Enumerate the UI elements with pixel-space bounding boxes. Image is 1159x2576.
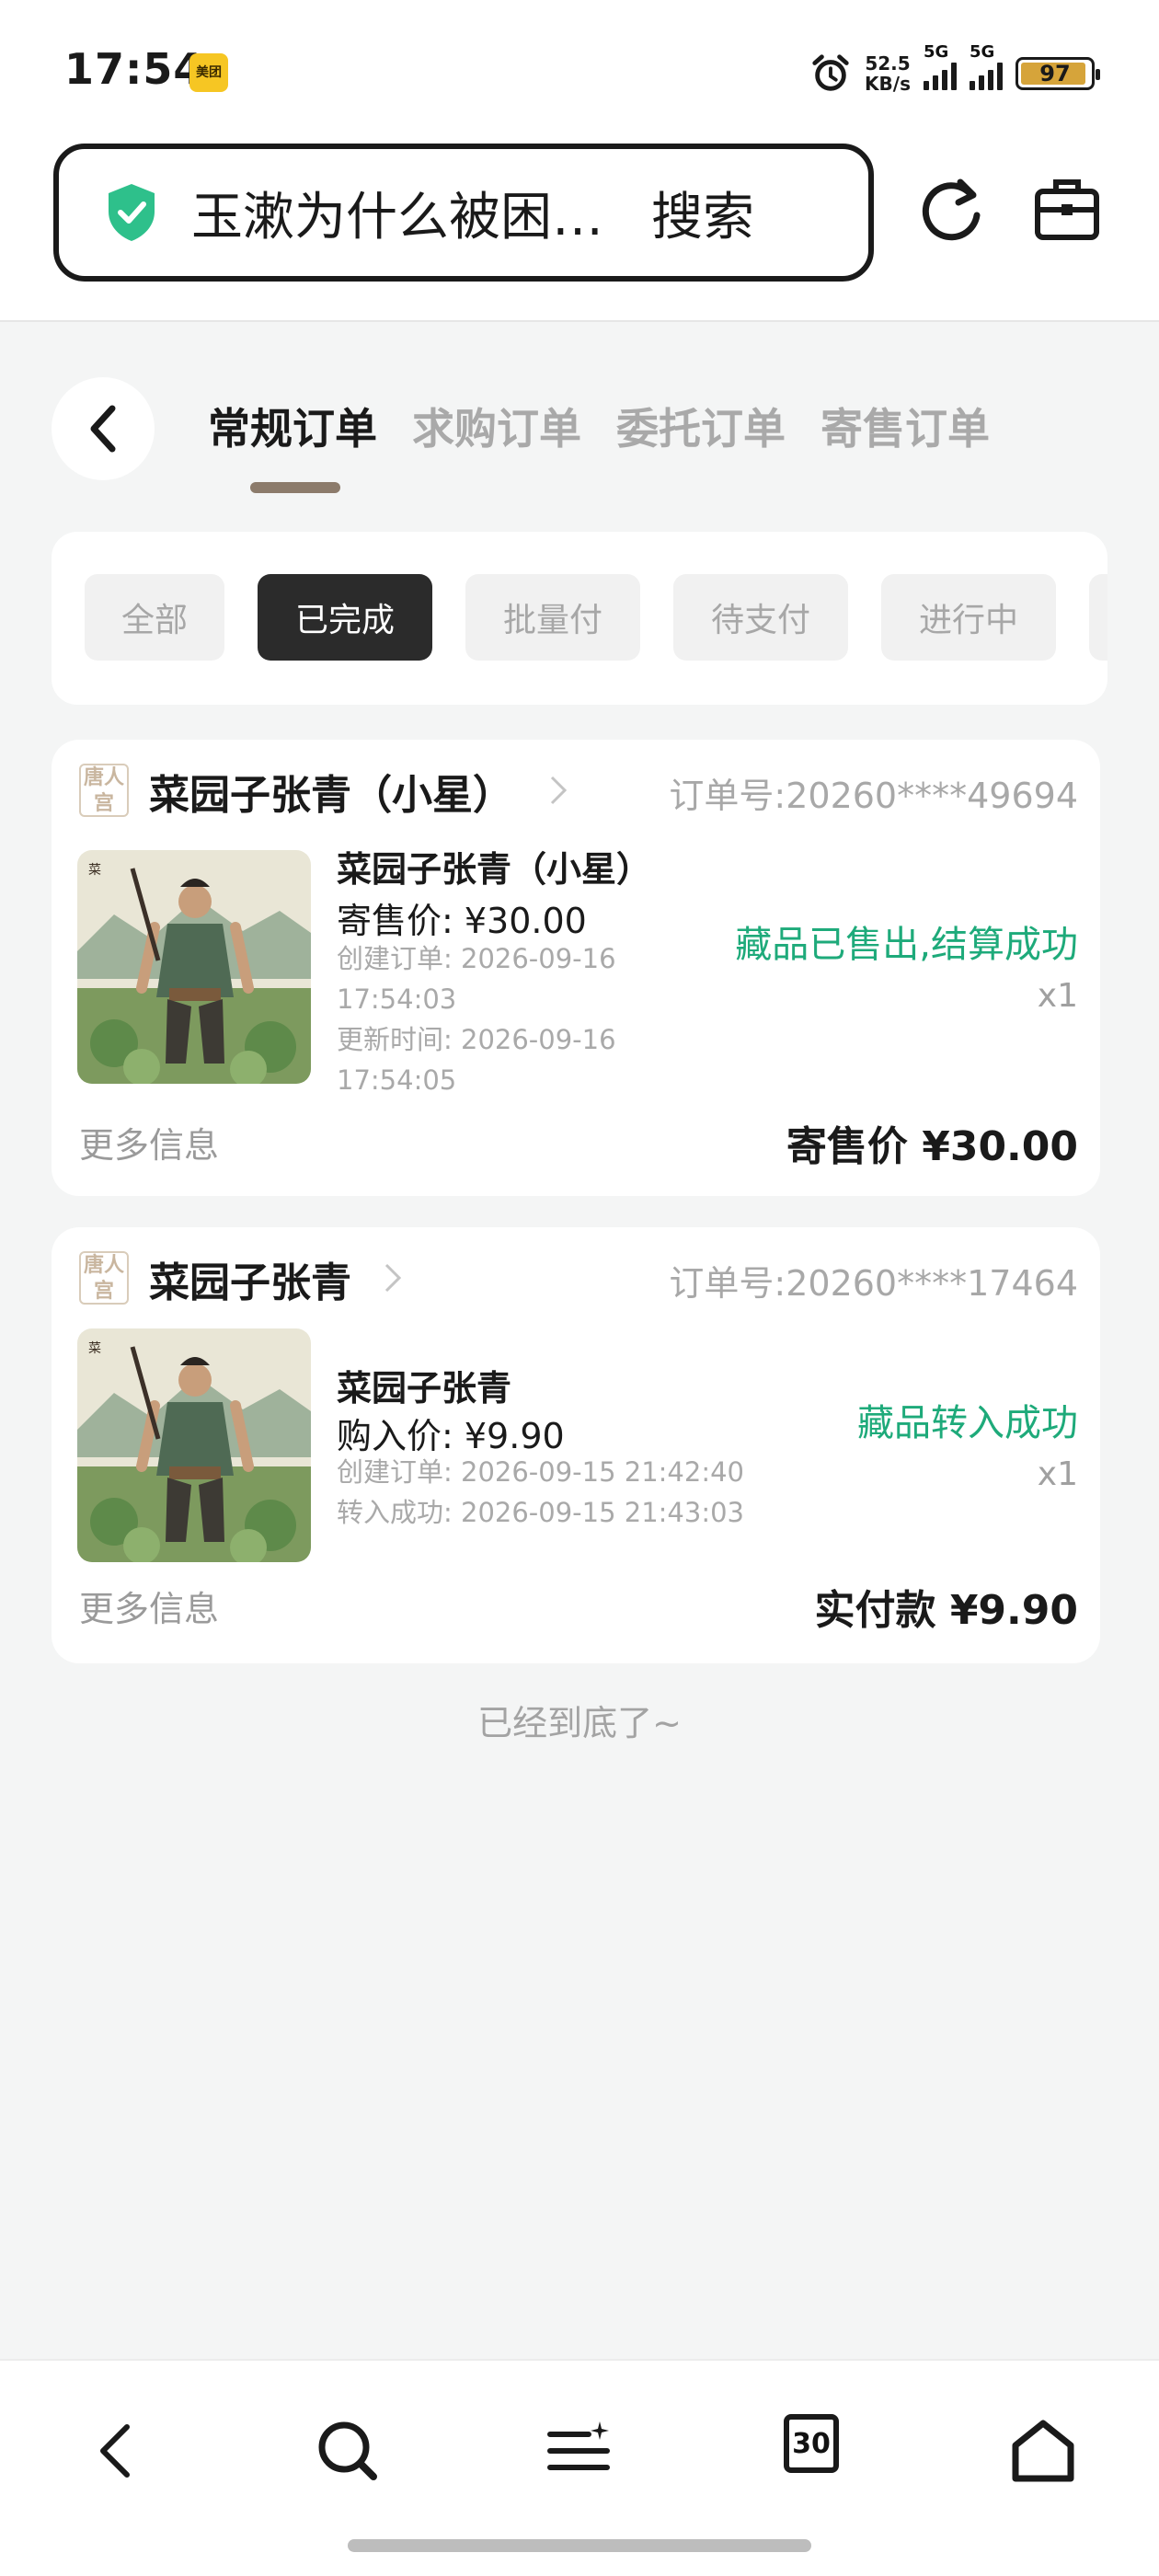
status-time: 17:54 (64, 44, 204, 94)
alarm-icon (812, 54, 849, 91)
menu-icon[interactable] (543, 2414, 616, 2488)
svg-text:菜: 菜 (88, 863, 101, 878)
home-icon[interactable] (1006, 2414, 1080, 2488)
chevron-right-icon (384, 1263, 402, 1293)
tab-regular-orders[interactable]: 常规订单 (208, 396, 377, 456)
status-indicators: 52.5 KB/s 5G 5G 97 (809, 42, 1100, 101)
svg-text:菜: 菜 (88, 1341, 101, 1356)
sim2-label: 5G (970, 42, 995, 62)
order-card[interactable]: 唐人宫 菜园子张青（小星） 订单号:20260****49694 菜 菜园子张青… (52, 740, 1100, 1196)
active-tab-indicator (250, 482, 340, 493)
status-bar: 17:54 美团 52.5 KB/s 5G 5G 97 (0, 0, 1159, 138)
sim1-label: 5G (924, 42, 949, 62)
order-total: 实付款 ¥9.90 (814, 1587, 1079, 1634)
chevron-right-icon (550, 776, 568, 805)
gesture-home-bar[interactable] (348, 2539, 811, 2552)
network-speed: 52.5 KB/s (865, 53, 911, 94)
refresh-icon[interactable] (916, 175, 986, 248)
item-price: 购入价: ¥9.90 (337, 1416, 565, 1456)
sim2-signal-icon: 5G (970, 42, 1003, 90)
shop-name[interactable]: 菜园子张青（小星） (149, 762, 513, 821)
browser-toolbar: 玉漱为什么被困… 搜索 (0, 138, 1159, 322)
created-time: 创建订单: 2026-09-16 17:54:03 (337, 943, 616, 1015)
filter-chip-all[interactable]: 全部 (85, 574, 224, 661)
security-shield-icon (109, 184, 155, 241)
order-type-tabs: 常规订单 求购订单 委托订单 寄售订单 (208, 396, 990, 456)
filter-chip-completed[interactable]: 已完成 (258, 574, 432, 661)
chevron-left-icon (90, 405, 116, 453)
shop-name[interactable]: 菜园子张青 (149, 1249, 351, 1308)
order-number: 订单号:20260****17464 (669, 1263, 1078, 1304)
item-price: 寄售价: ¥30.00 (337, 901, 587, 941)
back-button[interactable] (52, 377, 155, 480)
item-quantity: x1 (1037, 977, 1078, 1015)
order-status: 藏品转入成功 (857, 1402, 1078, 1444)
tab-entrusted-orders[interactable]: 委托订单 (616, 396, 786, 456)
filter-chip-batch-pay[interactable]: 批量付 (465, 574, 640, 661)
tab-purchase-request-orders[interactable]: 求购订单 (412, 396, 581, 456)
status-filter-chips: 全部 已完成 批量付 待支付 进行中 (85, 574, 1107, 661)
more-info-link[interactable]: 更多信息 (79, 1581, 219, 1631)
item-thumbnail[interactable]: 菜 (77, 850, 311, 1084)
battery-icon: 97 (1016, 57, 1100, 90)
item-quantity: x1 (1037, 1455, 1078, 1493)
created-time: 创建订单: 2026-09-15 21:42:40 (337, 1456, 744, 1488)
filter-chip-in-progress[interactable]: 进行中 (881, 574, 1056, 661)
status-filter-card: 全部 已完成 批量付 待支付 进行中 (52, 532, 1107, 705)
transfer-success-time: 转入成功: 2026-09-15 21:43:03 (337, 1497, 744, 1528)
address-search-bar[interactable]: 玉漱为什么被困… 搜索 (53, 144, 874, 282)
shop-logo: 唐人宫 (79, 764, 129, 817)
order-status: 藏品已售出,结算成功 (735, 924, 1078, 966)
toolbox-icon[interactable] (1032, 175, 1102, 245)
shop-logo: 唐人宫 (79, 1251, 129, 1305)
order-meta: 创建订单: 2026-09-15 21:42:40 转入成功: 2026-09-… (337, 1452, 815, 1533)
more-info-link[interactable]: 更多信息 (79, 1117, 219, 1167)
sim1-signal-icon: 5G (924, 42, 957, 90)
filter-chip-pending-payment[interactable]: 待支付 (673, 574, 848, 661)
battery-level: 97 (1039, 61, 1071, 86)
order-meta: 创建订单: 2026-09-16 17:54:03 更新时间: 2026-09-… (337, 938, 732, 1100)
back-icon[interactable] (81, 2414, 155, 2488)
filter-chip-more[interactable] (1089, 574, 1107, 661)
tab-consignment-orders[interactable]: 寄售订单 (820, 396, 990, 456)
search-button[interactable]: 搜索 (651, 176, 754, 250)
meituan-app-badge: 美团 (189, 53, 228, 92)
network-speed-value: 52.5 (865, 52, 911, 75)
item-title: 菜园子张青 (337, 1368, 512, 1409)
search-query-text[interactable]: 玉漱为什么被困… (191, 176, 633, 250)
item-thumbnail[interactable]: 菜 (77, 1328, 311, 1562)
search-icon[interactable] (311, 2414, 384, 2488)
updated-time: 更新时间: 2026-09-16 17:54:05 (337, 1024, 616, 1096)
network-speed-unit: KB/s (865, 73, 911, 95)
order-total: 寄售价 ¥30.00 (786, 1123, 1078, 1170)
tabs-icon[interactable]: 30 (784, 2414, 839, 2473)
order-card[interactable]: 唐人宫 菜园子张青 订单号:20260****17464 菜 菜园子张青 购入价… (52, 1227, 1100, 1663)
order-number: 订单号:20260****49694 (669, 776, 1078, 816)
end-of-list-note: 已经到底了~ (477, 1703, 682, 1743)
item-title: 菜园子张青（小星） (337, 849, 652, 890)
